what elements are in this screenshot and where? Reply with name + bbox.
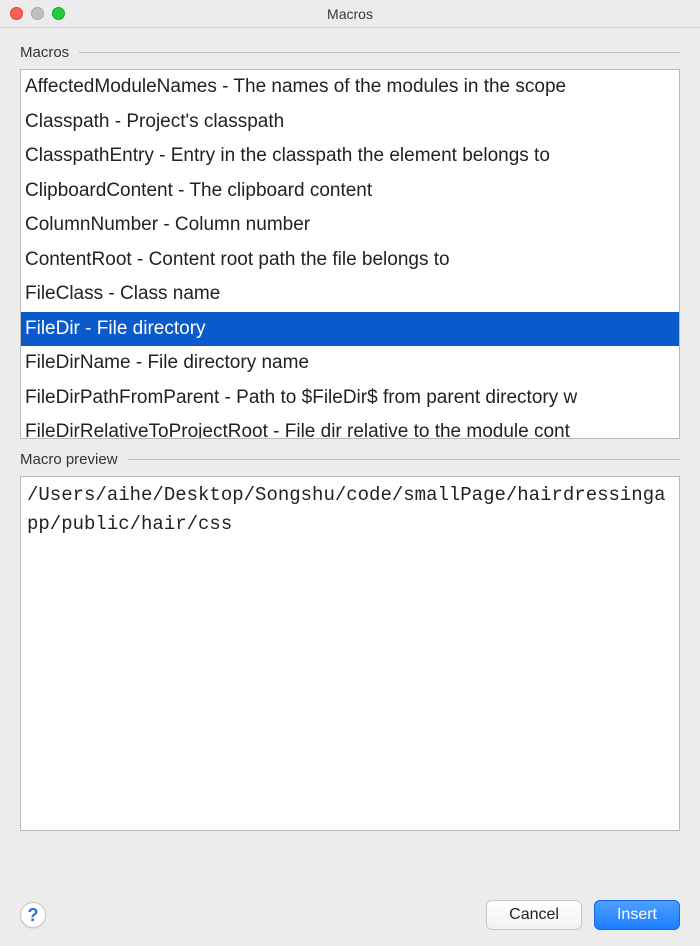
dialog-content: Macros AffectedModuleNames - The names o… [0, 28, 700, 890]
minimize-icon [31, 7, 44, 20]
list-item[interactable]: FileDirName - File directory name [21, 346, 679, 381]
list-item[interactable]: ClipboardContent - The clipboard content [21, 174, 679, 209]
window-title: Macros [8, 6, 692, 22]
list-item[interactable]: FileDirRelativeToProjectRoot - File dir … [21, 415, 679, 439]
list-item[interactable]: AffectedModuleNames - The names of the m… [21, 70, 679, 105]
list-item[interactable]: FileDirPathFromParent - Path to $FileDir… [21, 381, 679, 416]
preview-text: /Users/aihe/Desktop/Songshu/code/smallPa… [27, 484, 666, 535]
maximize-icon[interactable] [52, 7, 65, 20]
cancel-button[interactable]: Cancel [486, 900, 582, 930]
macros-dialog: Macros Macros AffectedModuleNames - The … [0, 0, 700, 946]
macros-section: Macros AffectedModuleNames - The names o… [20, 44, 680, 439]
preview-section: Macro preview /Users/aihe/Desktop/Songsh… [20, 451, 680, 831]
list-item[interactable]: FileClass - Class name [21, 277, 679, 312]
preview-label: Macro preview [20, 451, 118, 468]
preview-section-header: Macro preview [20, 451, 680, 468]
insert-button[interactable]: Insert [594, 900, 680, 930]
titlebar: Macros [0, 0, 700, 28]
dialog-footer: ? Cancel Insert [0, 890, 700, 946]
traffic-lights [10, 7, 65, 20]
list-item[interactable]: FileDir - File directory [21, 312, 679, 347]
divider [128, 459, 680, 460]
list-item[interactable]: ClasspathEntry - Entry in the classpath … [21, 139, 679, 174]
close-icon[interactable] [10, 7, 23, 20]
help-button[interactable]: ? [20, 902, 46, 928]
macros-list[interactable]: AffectedModuleNames - The names of the m… [20, 69, 680, 439]
macro-preview-box[interactable]: /Users/aihe/Desktop/Songshu/code/smallPa… [20, 476, 680, 831]
list-item[interactable]: ContentRoot - Content root path the file… [21, 243, 679, 278]
divider [79, 52, 680, 53]
list-item[interactable]: Classpath - Project's classpath [21, 105, 679, 140]
macros-label: Macros [20, 44, 69, 61]
list-item[interactable]: ColumnNumber - Column number [21, 208, 679, 243]
help-icon: ? [28, 905, 39, 926]
macros-section-header: Macros [20, 44, 680, 61]
